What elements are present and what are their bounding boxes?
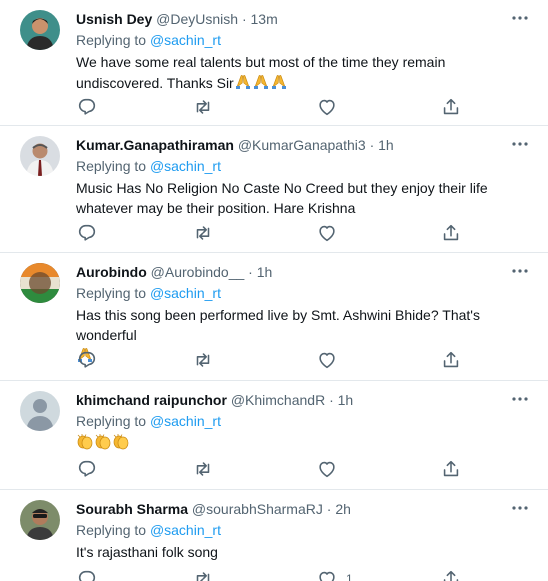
clapping-hands-icon bbox=[76, 433, 130, 456]
reply-feed: Usnish Dey @DeyUsnish · 13m Replying to … bbox=[0, 0, 548, 581]
replying-to: Replying to @sachin_rt bbox=[76, 284, 508, 302]
mention-link[interactable]: @sachin_rt bbox=[150, 158, 221, 174]
tweet-header: Aurobindo @Aurobindo__ · 1h bbox=[76, 263, 508, 281]
mention-link[interactable]: @sachin_rt bbox=[150, 413, 221, 429]
replying-label: Replying to bbox=[76, 413, 147, 429]
separator: · bbox=[329, 392, 334, 408]
replying-to: Replying to @sachin_rt bbox=[76, 412, 508, 430]
tweet[interactable]: Aurobindo @Aurobindo__ · 1h Replying to … bbox=[0, 253, 548, 381]
retweet-icon[interactable] bbox=[192, 349, 232, 371]
tweet-text: It's rajasthani folk song bbox=[76, 544, 218, 560]
more-options-icon[interactable] bbox=[510, 10, 530, 26]
display-name[interactable]: Aurobindo bbox=[76, 264, 147, 280]
reply-icon[interactable] bbox=[76, 458, 116, 480]
reply-icon[interactable] bbox=[76, 96, 116, 118]
display-name[interactable]: Sourabh Sharma bbox=[76, 501, 188, 517]
replying-label: Replying to bbox=[76, 522, 147, 538]
reply-icon[interactable] bbox=[76, 568, 116, 581]
user-handle[interactable]: @DeyUsnish bbox=[156, 11, 238, 27]
display-name[interactable]: Kumar.Ganapathiraman bbox=[76, 137, 234, 153]
folded-hands-icon bbox=[234, 72, 288, 95]
user-handle[interactable]: @KhimchandR bbox=[231, 392, 325, 408]
avatar[interactable] bbox=[20, 263, 60, 303]
tweet-text bbox=[76, 433, 508, 456]
tweet[interactable]: khimchand raipunchor @KhimchandR · 1h Re… bbox=[0, 381, 548, 490]
avatar[interactable] bbox=[20, 500, 60, 540]
tweet-header: khimchand raipunchor @KhimchandR · 1h bbox=[76, 391, 508, 409]
timestamp[interactable]: 1h bbox=[378, 137, 394, 153]
retweet-icon[interactable] bbox=[192, 458, 232, 480]
more-options-icon[interactable] bbox=[510, 500, 530, 516]
tweet-actions bbox=[68, 222, 468, 244]
retweet-icon[interactable] bbox=[192, 96, 232, 118]
separator: · bbox=[369, 137, 375, 153]
replying-label: Replying to bbox=[76, 32, 147, 48]
more-options-icon[interactable] bbox=[510, 136, 530, 152]
share-icon[interactable] bbox=[440, 222, 480, 244]
timestamp[interactable]: 13m bbox=[251, 11, 278, 27]
separator: · bbox=[326, 501, 332, 517]
like-icon[interactable] bbox=[316, 349, 356, 371]
avatar[interactable] bbox=[20, 136, 60, 176]
mention-link[interactable]: @sachin_rt bbox=[150, 285, 221, 301]
like-icon[interactable] bbox=[316, 222, 356, 244]
timestamp[interactable]: 1h bbox=[338, 392, 354, 408]
tweet-actions bbox=[68, 96, 468, 118]
like-icon[interactable]: 1 bbox=[316, 568, 356, 581]
more-options-icon[interactable] bbox=[510, 263, 530, 279]
replying-to: Replying to @sachin_rt bbox=[76, 31, 508, 49]
tweet-actions: 1 bbox=[68, 568, 468, 581]
more-options-icon[interactable] bbox=[510, 391, 530, 407]
separator: · bbox=[241, 11, 247, 27]
replying-label: Replying to bbox=[76, 158, 147, 174]
share-icon[interactable] bbox=[440, 96, 480, 118]
share-icon[interactable] bbox=[440, 458, 480, 480]
timestamp[interactable]: 1h bbox=[257, 264, 273, 280]
display-name[interactable]: khimchand raipunchor bbox=[76, 392, 227, 408]
avatar[interactable] bbox=[20, 391, 60, 431]
retweet-icon[interactable] bbox=[192, 568, 232, 581]
replying-label: Replying to bbox=[76, 285, 147, 301]
tweet-text: We have some real talents but most of th… bbox=[76, 52, 508, 95]
user-handle[interactable]: @sourabhSharmaRJ bbox=[192, 501, 323, 517]
mention-link[interactable]: @sachin_rt bbox=[150, 522, 221, 538]
share-icon[interactable] bbox=[440, 568, 480, 581]
separator: · bbox=[248, 264, 253, 280]
tweet[interactable]: Kumar.Ganapathiraman @KumarGanapathi3 · … bbox=[0, 126, 548, 253]
replying-to: Replying to @sachin_rt bbox=[76, 521, 508, 539]
tweet-header: Usnish Dey @DeyUsnish · 13m bbox=[76, 10, 508, 28]
retweet-icon[interactable] bbox=[192, 222, 232, 244]
like-icon[interactable] bbox=[316, 458, 356, 480]
mention-link[interactable]: @sachin_rt bbox=[150, 32, 221, 48]
user-handle[interactable]: @Aurobindo__ bbox=[151, 264, 245, 280]
tweet-text: Music Has No Religion No Caste No Creed … bbox=[76, 180, 488, 216]
tweet-text-content: Has this song been performed live by Smt… bbox=[76, 307, 480, 343]
share-icon[interactable] bbox=[440, 349, 480, 371]
tweet-actions bbox=[68, 458, 468, 480]
like-icon[interactable] bbox=[316, 96, 356, 118]
tweet[interactable]: Sourabh Sharma @sourabhSharmaRJ · 2h Rep… bbox=[0, 490, 548, 581]
reply-icon[interactable] bbox=[76, 349, 116, 371]
user-handle[interactable]: @KumarGanapathi3 bbox=[238, 137, 366, 153]
like-count: 1 bbox=[346, 572, 353, 581]
replying-to: Replying to @sachin_rt bbox=[76, 157, 508, 175]
tweet-header: Sourabh Sharma @sourabhSharmaRJ · 2h bbox=[76, 500, 508, 518]
tweet-actions bbox=[68, 349, 468, 371]
timestamp[interactable]: 2h bbox=[335, 501, 351, 517]
tweet-header: Kumar.Ganapathiraman @KumarGanapathi3 · … bbox=[76, 136, 508, 154]
tweet[interactable]: Usnish Dey @DeyUsnish · 13m Replying to … bbox=[0, 0, 548, 126]
reply-icon[interactable] bbox=[76, 222, 116, 244]
avatar[interactable] bbox=[20, 10, 60, 50]
display-name[interactable]: Usnish Dey bbox=[76, 11, 152, 27]
